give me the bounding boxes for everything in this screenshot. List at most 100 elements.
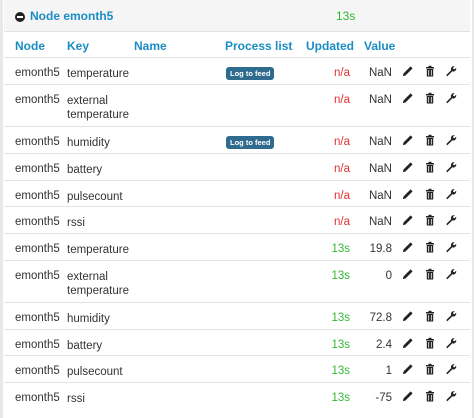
- panel-left-border: [0, 0, 3, 418]
- row-value: 19.8: [369, 243, 392, 255]
- wrench-icon[interactable]: [445, 268, 459, 282]
- pencil-icon[interactable]: [402, 390, 416, 404]
- table-row: emonth5 pulsecount n/a NaN: [4, 180, 470, 207]
- table-row: emonth5 battery n/a NaN: [4, 153, 470, 181]
- node-header[interactable]: Node emonth5 13s: [4, 0, 470, 32]
- pencil-icon[interactable]: [402, 310, 416, 324]
- row-node: emonth5: [15, 190, 60, 202]
- col-node[interactable]: Node: [15, 39, 45, 53]
- table-row: emonth5 battery 13s 2.4: [4, 329, 470, 356]
- trash-icon[interactable]: [424, 390, 438, 404]
- node-title: Node emonth5: [30, 9, 114, 23]
- pencil-icon[interactable]: [402, 363, 416, 377]
- trash-icon[interactable]: [424, 214, 438, 228]
- pencil-icon[interactable]: [402, 241, 416, 255]
- col-value[interactable]: Value: [364, 39, 395, 53]
- table-row: emonth5 rssi n/a NaN: [4, 206, 470, 234]
- row-node: emonth5: [15, 94, 60, 106]
- table-row: emonth5 humidity 13s 72.8: [4, 302, 470, 330]
- pencil-icon[interactable]: [402, 134, 416, 148]
- row-node: emonth5: [15, 270, 60, 282]
- col-key[interactable]: Key: [67, 39, 89, 53]
- table-row: emonth5 temperature 13s 19.8: [4, 233, 470, 261]
- col-name[interactable]: Name: [134, 39, 167, 53]
- trash-icon[interactable]: [424, 310, 438, 324]
- trash-icon[interactable]: [424, 65, 438, 79]
- row-node: emonth5: [15, 339, 60, 351]
- wrench-icon[interactable]: [445, 214, 459, 228]
- row-node: emonth5: [15, 216, 60, 228]
- row-key: humidity: [67, 137, 110, 149]
- row-key: rssi: [67, 217, 85, 229]
- row-key: battery: [67, 340, 103, 352]
- pencil-icon[interactable]: [402, 92, 416, 106]
- table-header: Node Key Name Process list Updated Value: [4, 33, 470, 57]
- pencil-icon[interactable]: [402, 214, 416, 228]
- row-key: pulsecount: [67, 366, 123, 378]
- trash-icon[interactable]: [424, 188, 438, 202]
- row-key: battery: [67, 164, 103, 176]
- col-process-list[interactable]: Process list: [225, 39, 292, 53]
- node-updated: 13s: [336, 9, 356, 23]
- row-node: emonth5: [15, 312, 60, 324]
- table-row: emonth5 pulsecount 13s 1: [4, 355, 470, 383]
- pencil-icon[interactable]: [402, 337, 416, 351]
- trash-icon[interactable]: [424, 337, 438, 351]
- table-row: emonth5 rssi 13s -75: [4, 382, 470, 410]
- row-key: external temperature: [67, 271, 130, 297]
- process-tag-label: Log to feed: [226, 136, 275, 149]
- row-node: emonth5: [15, 392, 60, 404]
- trash-icon[interactable]: [424, 268, 438, 282]
- row-key: pulsecount: [67, 191, 123, 203]
- row-node: emonth5: [15, 365, 60, 377]
- wrench-icon[interactable]: [445, 310, 459, 324]
- col-updated[interactable]: Updated: [306, 39, 354, 53]
- row-key: rssi: [67, 393, 85, 405]
- row-value: NaN: [368, 163, 392, 175]
- wrench-icon[interactable]: [445, 161, 459, 175]
- process-tag-label: Log to feed: [226, 67, 275, 80]
- wrench-icon[interactable]: [445, 337, 459, 351]
- row-value: 0: [385, 270, 392, 282]
- row-key: humidity: [67, 313, 110, 325]
- minus-circle-icon[interactable]: [15, 12, 25, 22]
- wrench-icon[interactable]: [445, 134, 459, 148]
- row-key: temperature: [67, 244, 130, 256]
- row-value: NaN: [368, 136, 392, 148]
- wrench-icon[interactable]: [445, 241, 459, 255]
- trash-icon[interactable]: [424, 161, 438, 175]
- trash-icon[interactable]: [424, 363, 438, 377]
- row-key: external temperature: [67, 95, 130, 121]
- row-value: 2.4: [376, 339, 392, 351]
- row-key: temperature: [67, 68, 130, 80]
- wrench-icon[interactable]: [445, 92, 459, 106]
- trash-icon[interactable]: [424, 241, 438, 255]
- row-value: -75: [375, 392, 392, 404]
- row-node: emonth5: [15, 163, 60, 175]
- row-value: NaN: [368, 216, 392, 228]
- table-row: emonth5 humidity Log to feed n/a NaN: [4, 126, 470, 154]
- pencil-icon[interactable]: [402, 161, 416, 175]
- table-row: emonth5 external temperature n/a NaN: [4, 84, 470, 127]
- pencil-icon[interactable]: [402, 268, 416, 282]
- row-value: 72.8: [369, 312, 392, 324]
- wrench-icon[interactable]: [445, 363, 459, 377]
- row-value: NaN: [368, 190, 392, 202]
- row-node: emonth5: [15, 67, 60, 79]
- pencil-icon[interactable]: [402, 188, 416, 202]
- table-row: emonth5 temperature Log to feed n/a NaN: [4, 57, 470, 85]
- trash-icon[interactable]: [424, 134, 438, 148]
- row-value: NaN: [368, 67, 392, 79]
- pencil-icon[interactable]: [402, 65, 416, 79]
- process-tag[interactable]: Log to feed: [226, 67, 275, 80]
- wrench-icon[interactable]: [445, 65, 459, 79]
- row-value: 1: [385, 365, 392, 377]
- row-node: emonth5: [15, 136, 60, 148]
- trash-icon[interactable]: [424, 92, 438, 106]
- wrench-icon[interactable]: [445, 390, 459, 404]
- table-row: emonth5 external temperature 13s 0: [4, 260, 470, 303]
- wrench-icon[interactable]: [445, 188, 459, 202]
- row-value: NaN: [368, 94, 392, 106]
- process-tag[interactable]: Log to feed: [226, 136, 275, 149]
- row-node: emonth5: [15, 243, 60, 255]
